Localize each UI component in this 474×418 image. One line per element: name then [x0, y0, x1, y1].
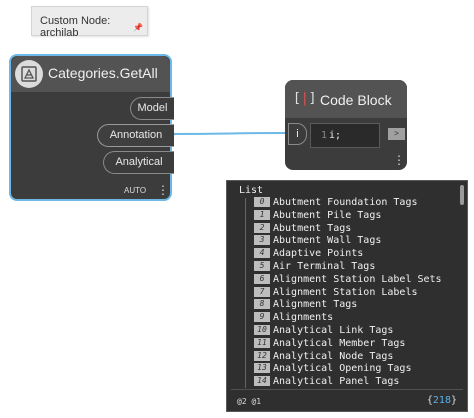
- scrollbar[interactable]: [460, 185, 464, 205]
- output-port-analytical[interactable]: Analytical: [103, 151, 174, 174]
- list-index: 6: [254, 273, 270, 284]
- list-item: 2 Abutment Tags: [254, 222, 442, 236]
- list-index: 1: [254, 209, 270, 220]
- output-port-annotation[interactable]: Annotation: [97, 124, 174, 147]
- list-item: 7 Alignment Station Labels: [254, 286, 442, 300]
- list-item: 0 Abutment Foundation Tags: [254, 197, 442, 210]
- watch-preview-panel[interactable]: List 0 Abutment Foundation Tags 1 Abutment …: [226, 180, 468, 412]
- list-index: 7: [254, 286, 270, 297]
- list-item-label: Alignments: [273, 312, 334, 324]
- list-item: 9 Alignments: [254, 312, 442, 325]
- list-item-label: Alignment Tags: [273, 299, 358, 311]
- list-index: 4: [254, 248, 270, 259]
- code-text[interactable]: i;: [329, 130, 341, 141]
- list-item: 4 Adaptive Points: [254, 248, 442, 261]
- list-item: 8 Alignment Tags: [254, 299, 442, 312]
- more-vertical-icon[interactable]: ⋮: [393, 154, 405, 166]
- list-item: 13 Analytical Opening Tags: [254, 363, 442, 376]
- list-item-label: Abutment Tags: [273, 222, 352, 234]
- more-vertical-icon[interactable]: ⋮: [157, 184, 169, 196]
- list-index: 14: [254, 376, 270, 387]
- list-index: 13: [254, 363, 270, 374]
- list-item: 14 Analytical Panel Tags: [254, 376, 442, 389]
- list-item-label: Analytical Member Tags: [273, 337, 406, 349]
- list-levels[interactable]: @2 @1: [237, 397, 261, 406]
- list-item: 3 Abutment Wall Tags: [254, 235, 442, 248]
- list-item: 6 Alignment Station Label Sets: [254, 273, 442, 287]
- list-item: 11 Analytical Member Tags: [254, 337, 442, 351]
- list-item-label: Alignment Station Label Sets: [273, 273, 442, 285]
- list-index: 0: [254, 197, 270, 207]
- list-item: 1 Abutment Pile Tags: [254, 209, 442, 223]
- lacing-label[interactable]: AUTO: [124, 186, 146, 195]
- list-index: 9: [254, 312, 270, 323]
- list-header: List: [239, 185, 264, 196]
- count-value: 218: [432, 395, 451, 406]
- list-index: 11: [254, 337, 270, 348]
- list-item: 12 Analytical Node Tags: [254, 350, 442, 364]
- code-editor[interactable]: 1 i;: [310, 123, 380, 148]
- list-item-label: Abutment Wall Tags: [273, 235, 382, 247]
- output-port[interactable]: >: [388, 128, 405, 140]
- list-index: 3: [254, 235, 270, 246]
- list-index: 10: [254, 324, 270, 335]
- node-title: Code Block: [320, 92, 392, 108]
- output-port-model[interactable]: Model: [130, 97, 174, 120]
- list-index: 12: [254, 350, 270, 361]
- list-item-label: Analytical Node Tags: [273, 350, 394, 362]
- list-index: 8: [254, 299, 270, 310]
- list-item-label: Air Terminal Tags: [273, 260, 376, 272]
- list-item: 10 Analytical Link Tags: [254, 324, 442, 338]
- preview-list: 0 Abutment Foundation Tags 1 Abutment Pile …: [254, 197, 442, 389]
- list-index: 2: [254, 222, 270, 233]
- node-header[interactable]: [|] Code Block: [285, 80, 407, 118]
- list-item: 5 Air Terminal Tags: [254, 260, 442, 274]
- item-count: {218}: [426, 395, 457, 406]
- list-item-label: Alignment Station Labels: [273, 286, 418, 298]
- code-block-icon: [|]: [293, 91, 317, 106]
- tree-line: [245, 198, 246, 388]
- node-title: Categories.GetAll: [48, 65, 158, 81]
- archilab-package-icon: [15, 60, 43, 88]
- list-index: 5: [254, 260, 270, 271]
- line-number: 1: [321, 130, 328, 141]
- list-item-label: Abutment Foundation Tags: [273, 197, 418, 208]
- divider: [231, 389, 463, 390]
- input-port-i[interactable]: i: [288, 123, 307, 145]
- list-item-label: Analytical Link Tags: [273, 324, 394, 336]
- node-header[interactable]: Categories.GetAll: [11, 56, 170, 92]
- list-item-label: Abutment Pile Tags: [273, 209, 382, 221]
- list-item-label: Adaptive Points: [273, 248, 364, 260]
- list-item-label: Analytical Opening Tags: [273, 363, 412, 375]
- categories-getall-node[interactable]: Categories.GetAll Model Annotation Analy…: [9, 54, 174, 201]
- code-block-node[interactable]: [|] Code Block i 1 i; > ⋮: [285, 80, 407, 170]
- list-item-label: Analytical Panel Tags: [273, 376, 400, 388]
